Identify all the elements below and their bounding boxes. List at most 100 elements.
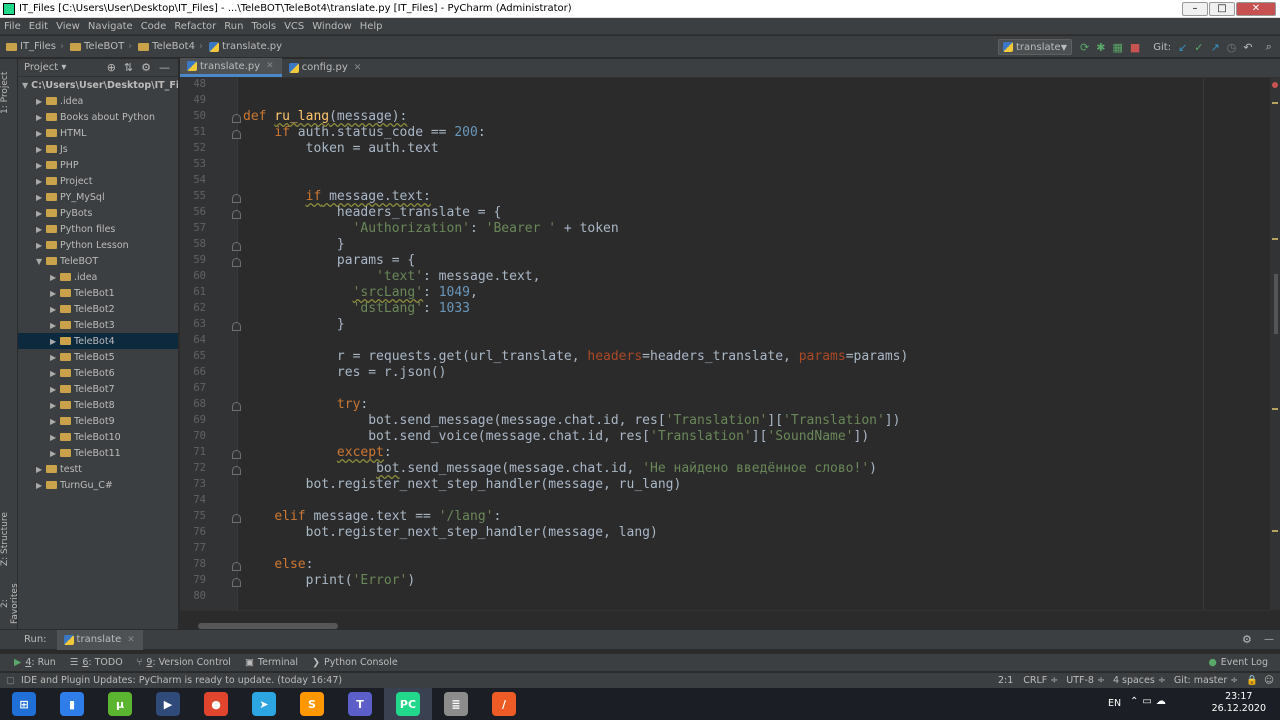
vcs-commit-icon[interactable]: ✓ <box>1194 41 1203 54</box>
fold-marker-icon[interactable] <box>232 578 241 587</box>
tree-item[interactable]: ▶ TeleBot5 <box>18 349 178 365</box>
collapse-arrow-icon[interactable]: ▶ <box>50 321 60 330</box>
tree-item[interactable]: ▶ TeleBot7 <box>18 381 178 397</box>
code-line[interactable]: r = requests.get(url_translate, headers=… <box>243 349 908 364</box>
code-line[interactable]: } <box>243 237 345 252</box>
collapse-arrow-icon[interactable]: ▶ <box>36 161 46 170</box>
tree-item[interactable]: ▶ .idea <box>18 269 178 285</box>
inspector-icon[interactable]: ☺ <box>1264 675 1274 686</box>
menu-item-help[interactable]: Help <box>356 21 387 32</box>
code-line[interactable]: bot.register_next_step_handler(message, … <box>243 525 658 540</box>
tree-item[interactable]: ▶ HTML <box>18 125 178 141</box>
gear-icon[interactable]: ⚙ <box>141 61 151 74</box>
warning-marker[interactable] <box>1272 102 1278 104</box>
vcs-push-icon[interactable]: ↗ <box>1211 41 1220 54</box>
gear-icon[interactable]: ⚙ <box>1242 633 1252 646</box>
close-tab-icon[interactable]: ✕ <box>354 63 362 73</box>
hide-panel-icon[interactable]: — <box>159 61 170 74</box>
horizontal-scrollbar[interactable] <box>180 610 1270 629</box>
collapse-arrow-icon[interactable]: ▶ <box>50 385 60 394</box>
collapse-arrow-icon[interactable]: ▶ <box>36 177 46 186</box>
collapse-arrow-icon[interactable]: ▶ <box>50 305 60 314</box>
collapse-arrow-icon[interactable]: ▶ <box>50 289 60 298</box>
code-line[interactable]: 'text': message.text, <box>243 269 540 284</box>
collapse-arrow-icon[interactable]: ▶ <box>50 353 60 362</box>
fold-marker-icon[interactable] <box>232 562 241 571</box>
stop-icon[interactable]: ■ <box>1130 41 1140 54</box>
tree-item[interactable]: ▶ testt <box>18 461 178 477</box>
tray-icons[interactable]: ⌃▭☁ <box>1130 696 1170 707</box>
warning-marker[interactable] <box>1272 408 1278 410</box>
run-with-coverage-icon[interactable]: ▦ <box>1112 41 1122 54</box>
code-line[interactable]: bot.register_next_step_handler(message, … <box>243 477 682 492</box>
caret-position[interactable]: 2:1 <box>998 675 1013 686</box>
menu-item-view[interactable]: View <box>52 21 84 32</box>
expand-arrow-icon[interactable]: ▼ <box>36 257 46 266</box>
collapse-arrow-icon[interactable]: ▶ <box>36 465 46 474</box>
scrollbar-thumb[interactable] <box>1274 274 1278 334</box>
tree-item[interactable]: ▶ Project <box>18 173 178 189</box>
menu-item-navigate[interactable]: Navigate <box>84 21 137 32</box>
taskbar-blue-app[interactable]: ▮ <box>48 688 96 720</box>
vcs-update-icon[interactable]: ↙ <box>1178 41 1187 54</box>
tool-window-terminal[interactable]: ▣ Terminal <box>245 657 298 668</box>
breadcrumb-root[interactable]: IT_Files › <box>6 41 64 52</box>
fold-marker-icon[interactable] <box>232 450 241 459</box>
tool-window-versioncontrol[interactable]: ⑂ 9: Version Control <box>137 657 231 668</box>
history-icon[interactable]: ◷ <box>1227 41 1237 54</box>
tree-item[interactable]: ▶ TeleBot6 <box>18 365 178 381</box>
menu-item-run[interactable]: Run <box>220 21 247 32</box>
collapse-arrow-icon[interactable]: ▶ <box>36 241 46 250</box>
code-line[interactable]: } <box>243 317 345 332</box>
locate-file-icon[interactable]: ⊕ <box>107 61 116 74</box>
menu-item-tools[interactable]: Tools <box>247 21 280 32</box>
code-line[interactable]: bot.send_message(message.chat.id, 'Не на… <box>243 461 877 476</box>
code-line[interactable]: bot.send_voice(message.chat.id, res['Tra… <box>243 429 869 444</box>
breadcrumb-telebot[interactable]: TeleBOT › <box>70 41 132 52</box>
tree-item[interactable]: ▶ TurnGu_C# <box>18 477 178 493</box>
tree-item[interactable]: ▶ TeleBot2 <box>18 301 178 317</box>
fold-marker-icon[interactable] <box>232 114 241 123</box>
tree-item[interactable]: ▶ Books about Python <box>18 109 178 125</box>
taskbar-database[interactable]: ≣ <box>432 688 480 720</box>
code-line[interactable]: token = auth.text <box>243 141 439 156</box>
code-line[interactable]: else: <box>243 557 313 572</box>
close-tab-icon[interactable]: ✕ <box>266 61 274 71</box>
event-log-button[interactable]: ● Event Log <box>1209 657 1269 668</box>
tree-item[interactable]: ▶ TeleBot10 <box>18 429 178 445</box>
code-line[interactable]: bot.send_message(message.chat.id, res['T… <box>243 413 900 428</box>
taskbar-telegram[interactable]: ➤ <box>240 688 288 720</box>
tree-item[interactable]: ▶ Js <box>18 141 178 157</box>
git-branch[interactable]: Git: master ÷ <box>1174 675 1238 686</box>
fold-marker-icon[interactable] <box>232 322 241 331</box>
code-editor[interactable]: 48 49 50 51 52 53 54 55 56 57 58 59 60 61 62 63 64 65 66 67… <box>180 78 1270 610</box>
code-line[interactable]: except: <box>243 445 392 460</box>
collapse-arrow-icon[interactable]: ▶ <box>36 481 46 490</box>
taskbar-media[interactable]: ▶ <box>144 688 192 720</box>
taskbar-chrome[interactable]: ● <box>192 688 240 720</box>
collapse-arrow-icon[interactable]: ▶ <box>36 193 46 202</box>
taskbar-pycharm[interactable]: PC <box>384 688 432 720</box>
editor-tab[interactable]: config.py ✕ <box>282 58 370 77</box>
tree-item[interactable]: ▶ Python Lesson <box>18 237 178 253</box>
run-configuration-select[interactable]: translate ▼ <box>998 39 1072 55</box>
tree-item[interactable]: ▶ Python files <box>18 221 178 237</box>
line-separator[interactable]: CRLF ÷ <box>1023 675 1058 686</box>
debug-icon[interactable]: ✱ <box>1096 41 1105 54</box>
system-clock[interactable]: 23:17 26.12.2020 <box>1212 691 1266 715</box>
collapse-arrow-icon[interactable]: ▶ <box>50 433 60 442</box>
taskbar-teams[interactable]: T <box>336 688 384 720</box>
warning-marker[interactable] <box>1272 530 1278 532</box>
breadcrumb-telebot4[interactable]: TeleBot4 › <box>138 41 203 52</box>
fold-marker-icon[interactable] <box>232 130 241 139</box>
menu-item-code[interactable]: Code <box>137 21 171 32</box>
minimize-button[interactable]: – <box>1182 1 1208 16</box>
project-view-select[interactable]: Project ▾ <box>24 62 107 73</box>
code-line[interactable]: def ru_lang(message): <box>243 109 407 124</box>
collapse-arrow-icon[interactable]: ▶ <box>36 129 46 138</box>
indent-setting[interactable]: 4 spaces ÷ <box>1113 675 1166 686</box>
code-line[interactable]: params = { <box>243 253 415 268</box>
run-config-tab[interactable]: translate ✕ <box>56 629 143 650</box>
rerun-icon[interactable]: ⟳ <box>1080 41 1089 54</box>
tree-item[interactable]: ▶ PY_MySql <box>18 189 178 205</box>
